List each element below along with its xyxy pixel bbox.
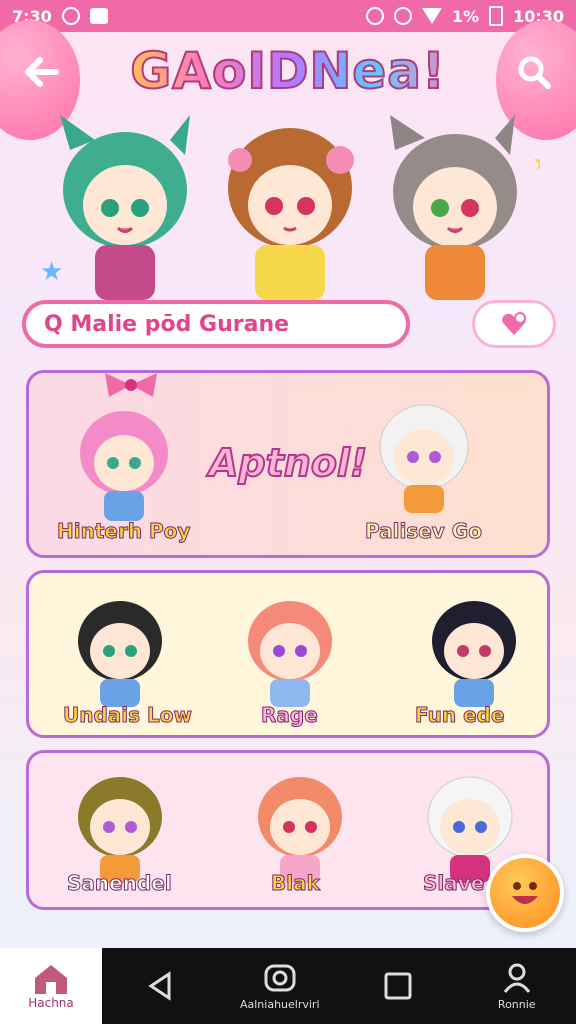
character-row-card[interactable]: Sanendel Blak Slave: [26, 750, 550, 910]
nav-recents[interactable]: [339, 948, 458, 1024]
hero-illustration: ★ ★: [40, 115, 540, 300]
battery-icon: [489, 6, 504, 26]
character-illustration: [258, 777, 342, 883]
notification-icon: [89, 8, 108, 24]
nav-center-label: Aalniahuelrvirl: [239, 997, 320, 1011]
featured-card[interactable]: Aptnol! Hinterh Poy Palisev Go: [26, 370, 550, 558]
nav-profile-label: Ronnie: [497, 997, 536, 1011]
nav-home[interactable]: Hachna: [0, 948, 102, 1024]
nav-back[interactable]: [102, 948, 221, 1024]
character-illustration: [390, 115, 517, 300]
search-button[interactable]: [506, 44, 562, 100]
arrow-left-icon: [25, 57, 59, 87]
battery-text: 1%: [451, 6, 480, 26]
camera-icon: [264, 964, 296, 991]
nav-center[interactable]: Aalniahuelrvirl: [221, 948, 340, 1024]
star-decoration: ★: [532, 148, 540, 176]
character-illustration: [228, 128, 354, 300]
character-illustration: [379, 404, 469, 513]
character-name-label: Rage: [261, 703, 319, 728]
filter-button[interactable]: [472, 300, 556, 348]
search-icon: [518, 56, 551, 89]
character-name-label: Sanendel: [67, 871, 173, 896]
vibrate-icon: [393, 7, 412, 25]
home-icon: [35, 965, 67, 994]
character-illustration: [78, 777, 162, 883]
character-row-card[interactable]: Undais Low Rage Fun ede: [26, 570, 550, 738]
smiley-icon: [512, 882, 538, 904]
profile-icon: [503, 963, 530, 993]
settings-icon: [61, 7, 80, 25]
character-name-label: Slave: [422, 871, 485, 896]
character-illustration: [60, 115, 190, 300]
character-name-label: Hinterh Poy: [56, 519, 191, 544]
character-illustration: [248, 601, 332, 707]
triangle-back-icon: [148, 971, 171, 1001]
square-recents-icon: [384, 972, 412, 1000]
page-title: GAoIDNea!: [110, 41, 466, 101]
bow-icon: [105, 373, 157, 397]
character-illustration: [78, 601, 162, 707]
smiley-fab-button[interactable]: [486, 854, 564, 932]
character-illustration: [80, 411, 168, 521]
bottom-navigation: Hachna Aalniahuelrvirl Ronnie: [0, 948, 576, 1024]
character-name-label: Palisev Go: [365, 519, 483, 544]
character-name-label: Undais Low: [63, 703, 193, 728]
featured-banner-text: Aptnol!: [208, 440, 368, 486]
back-button[interactable]: [14, 44, 70, 100]
search-text: Q Malie pōd Gurane: [44, 311, 290, 337]
nav-home-label: Hachna: [28, 996, 74, 1010]
character-illustration: [432, 601, 516, 707]
character-name-label: Blak: [271, 871, 321, 896]
character-name-label: Fun ede: [415, 703, 506, 728]
star-decoration: ★: [40, 257, 63, 287]
search-input[interactable]: Q Malie pōd Gurane: [22, 300, 410, 348]
heart-check-icon: [502, 312, 526, 335]
alarm-icon: [365, 7, 384, 25]
wifi-icon: [421, 8, 442, 24]
status-bar: 7:30 1% 10:30: [0, 0, 576, 32]
nav-profile[interactable]: Ronnie: [458, 948, 576, 1024]
